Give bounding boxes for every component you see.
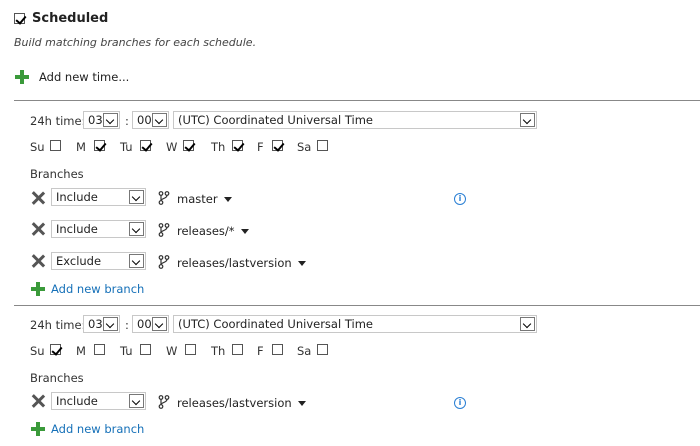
day-checkbox-sa[interactable] bbox=[317, 140, 328, 151]
branch-icon bbox=[158, 395, 170, 409]
branch-mode-select[interactable]: Include bbox=[51, 188, 146, 206]
branch-mode-value: Include bbox=[56, 190, 98, 204]
branch-mode-select[interactable]: Include bbox=[51, 220, 146, 238]
scheduled-title: Scheduled bbox=[32, 11, 109, 26]
day-checkbox-tu[interactable] bbox=[140, 140, 151, 151]
minute-value: 00 bbox=[137, 317, 152, 331]
chevron-down-icon bbox=[520, 317, 535, 331]
branch-name: releases/lastversion bbox=[177, 396, 292, 410]
day-label-f: F bbox=[257, 140, 264, 154]
branch-mode-value: Exclude bbox=[56, 254, 102, 268]
close-icon[interactable] bbox=[31, 394, 45, 408]
plus-icon[interactable] bbox=[31, 422, 45, 436]
time-label: 24h time: bbox=[30, 114, 86, 128]
branch-icon bbox=[158, 255, 170, 269]
add-new-branch-link[interactable]: Add new branch bbox=[51, 422, 144, 436]
day-checkbox-tu[interactable] bbox=[140, 344, 151, 355]
scheduled-checkbox[interactable] bbox=[14, 13, 25, 24]
minute-select[interactable]: 00 bbox=[132, 315, 169, 333]
hour-select[interactable]: 03 bbox=[83, 111, 120, 129]
day-checkbox-f[interactable] bbox=[272, 344, 283, 355]
close-icon[interactable] bbox=[31, 254, 45, 268]
hour-select[interactable]: 03 bbox=[83, 315, 120, 333]
scheduled-subtitle: Build matching branches for each schedul… bbox=[14, 36, 257, 49]
day-label-sa: Sa bbox=[297, 344, 312, 358]
day-checkbox-m[interactable] bbox=[94, 140, 105, 151]
branch-name-dropdown[interactable]: master bbox=[177, 192, 232, 206]
day-checkbox-f[interactable] bbox=[272, 140, 283, 151]
branches-label: Branches bbox=[30, 371, 84, 385]
chevron-down-icon bbox=[103, 317, 118, 331]
day-checkbox-w[interactable] bbox=[183, 140, 194, 151]
chevron-down-icon bbox=[129, 222, 144, 236]
branch-icon bbox=[158, 191, 170, 205]
day-label-w: W bbox=[166, 140, 178, 154]
add-new-branch-link[interactable]: Add new branch bbox=[51, 282, 144, 296]
hour-value: 03 bbox=[88, 317, 103, 331]
branches-label: Branches bbox=[30, 167, 84, 181]
day-checkbox-th[interactable] bbox=[232, 140, 243, 151]
chevron-down-icon bbox=[103, 113, 118, 127]
branch-name-dropdown[interactable]: releases/lastversion bbox=[177, 256, 306, 270]
day-label-sa: Sa bbox=[297, 140, 312, 154]
time-colon: : bbox=[125, 114, 129, 128]
day-label-m: M bbox=[76, 344, 86, 358]
divider bbox=[14, 100, 700, 101]
chevron-down-icon bbox=[152, 113, 167, 127]
caret-down-icon bbox=[297, 261, 306, 266]
day-label-w: W bbox=[166, 344, 178, 358]
day-label-th: Th bbox=[211, 344, 226, 358]
day-label-m: M bbox=[76, 140, 86, 154]
hour-value: 03 bbox=[88, 113, 103, 127]
branch-name: master bbox=[177, 192, 218, 206]
day-label-th: Th bbox=[211, 140, 226, 154]
branch-mode-select[interactable]: Exclude bbox=[51, 252, 146, 270]
branch-mode-value: Include bbox=[56, 394, 98, 408]
time-label: 24h time: bbox=[30, 318, 86, 332]
time-colon: : bbox=[125, 318, 129, 332]
day-label-tu: Tu bbox=[120, 344, 133, 358]
divider bbox=[14, 305, 700, 306]
branch-mode-value: Include bbox=[56, 222, 98, 236]
branch-name-dropdown[interactable]: releases/* bbox=[177, 224, 249, 238]
caret-down-icon bbox=[223, 197, 232, 202]
info-icon[interactable]: i bbox=[454, 397, 466, 409]
branch-name: releases/* bbox=[177, 224, 235, 238]
info-icon[interactable]: i bbox=[454, 193, 466, 205]
minute-value: 00 bbox=[137, 113, 152, 127]
timezone-select[interactable]: (UTC) Coordinated Universal Time bbox=[173, 315, 537, 333]
minute-select[interactable]: 00 bbox=[132, 111, 169, 129]
add-new-time-link[interactable]: Add new time... bbox=[39, 70, 129, 84]
timezone-value: (UTC) Coordinated Universal Time bbox=[178, 113, 373, 127]
day-label-f: F bbox=[257, 344, 264, 358]
caret-down-icon bbox=[297, 401, 306, 406]
branch-mode-select[interactable]: Include bbox=[51, 392, 146, 410]
caret-down-icon bbox=[240, 229, 249, 234]
chevron-down-icon bbox=[129, 190, 144, 204]
branch-name-dropdown[interactable]: releases/lastversion bbox=[177, 396, 306, 410]
close-icon[interactable] bbox=[31, 191, 45, 205]
day-label-tu: Tu bbox=[120, 140, 133, 154]
timezone-select[interactable]: (UTC) Coordinated Universal Time bbox=[173, 111, 537, 129]
chevron-down-icon bbox=[520, 113, 535, 127]
branch-icon bbox=[158, 223, 170, 237]
timezone-value: (UTC) Coordinated Universal Time bbox=[178, 317, 373, 331]
day-label-su: Su bbox=[30, 344, 45, 358]
day-checkbox-sa[interactable] bbox=[317, 344, 328, 355]
plus-icon[interactable] bbox=[15, 70, 29, 84]
close-icon[interactable] bbox=[31, 222, 45, 236]
chevron-down-icon bbox=[152, 317, 167, 331]
day-checkbox-m[interactable] bbox=[94, 344, 105, 355]
day-checkbox-w[interactable] bbox=[185, 344, 196, 355]
day-checkbox-su[interactable] bbox=[50, 140, 61, 151]
day-checkbox-su[interactable] bbox=[50, 344, 61, 355]
chevron-down-icon bbox=[129, 394, 144, 408]
plus-icon[interactable] bbox=[31, 282, 45, 296]
branch-name: releases/lastversion bbox=[177, 256, 292, 270]
day-label-su: Su bbox=[30, 140, 45, 154]
chevron-down-icon bbox=[129, 254, 144, 268]
day-checkbox-th[interactable] bbox=[232, 344, 243, 355]
